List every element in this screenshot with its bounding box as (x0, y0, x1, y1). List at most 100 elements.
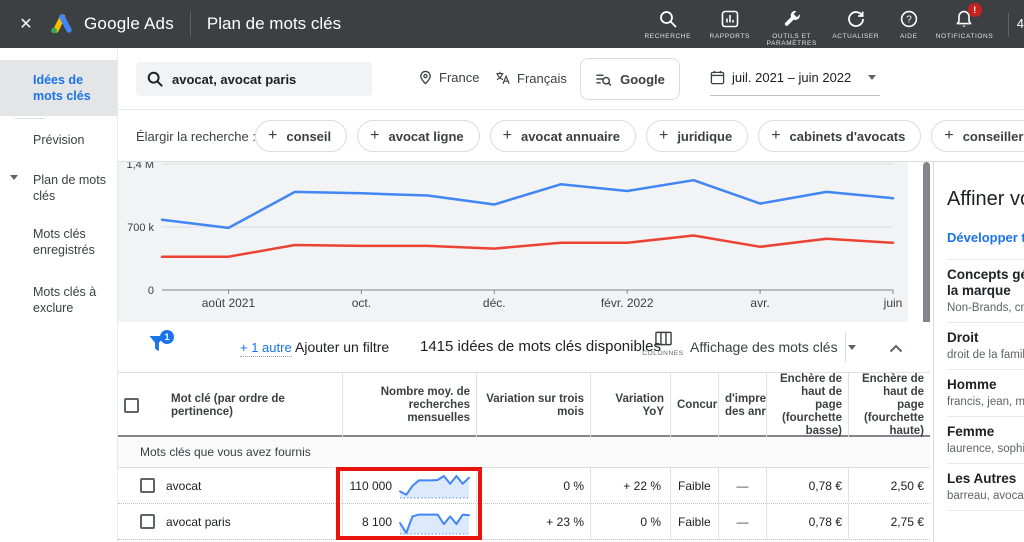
network-selector[interactable]: Google (580, 58, 680, 100)
close-icon[interactable]: ✕ (12, 10, 40, 38)
location-selector[interactable]: France (418, 70, 479, 85)
refine-section-empty (947, 510, 1024, 542)
bid-low-cell: 0,78 € (766, 468, 848, 503)
filter-count-badge: 1 (160, 330, 174, 344)
calendar-icon (710, 70, 725, 85)
header-top-of-page-bid-high[interactable]: Enchère de haut de page (fourchette haut… (848, 373, 930, 438)
filter-funnel-icon[interactable]: 1 (148, 335, 168, 353)
table-header-row: Mot clé (par ordre de pertinence) Nombre… (118, 373, 930, 437)
plus-icon: + (944, 127, 953, 145)
header-yoy-change[interactable]: Variation YoY (590, 373, 670, 438)
svg-text:juin: juin (883, 296, 903, 310)
search-volume-trend-chart: 0700 k1,4 Maoût 2021oct.déc.févr. 2022av… (118, 162, 908, 322)
search-action-button[interactable]: RECHERCHE (636, 8, 700, 41)
select-all-checkbox[interactable] (124, 398, 139, 413)
table-row-avocat[interactable]: avocat 110 000 0 % + 22 % Faible — 0,78 … (118, 468, 930, 504)
collapse-panel-button[interactable] (884, 338, 908, 358)
header-top-of-page-bid-low[interactable]: Enchère de haut de page (fourchette bass… (766, 373, 848, 438)
header-ad-impression-share[interactable]: d'impre des anr (718, 373, 766, 438)
wrench-icon (781, 8, 803, 30)
search-header-band: France Français Google (118, 48, 1024, 162)
avg-searches-cell: 8 100 (342, 504, 476, 539)
reports-icon (719, 8, 741, 30)
sidebar-item-plan-de-mots-cles[interactable]: Plan de mots clés (0, 163, 117, 213)
chip-conseil[interactable]: +conseil (255, 120, 347, 152)
reports-button[interactable]: RAPPORTS (700, 8, 760, 41)
plus-icon: + (771, 127, 780, 145)
svg-text:700 k: 700 k (127, 222, 154, 234)
three-month-change-cell: 0 % (476, 468, 590, 503)
ad-impression-share-cell: — (718, 468, 766, 503)
sidebar-divider (15, 118, 45, 119)
chevron-down-icon (10, 175, 18, 180)
svg-text:?: ? (906, 14, 912, 25)
sidebar-item-idees-de-mots-cles[interactable]: Idées de mots clés (0, 60, 117, 116)
svg-text:déc.: déc. (483, 296, 506, 310)
brand-name: Google Ads (84, 14, 174, 34)
sidebar-item-mots-cles-a-exclure[interactable]: Mots clés à exclure (0, 275, 117, 325)
page-title: Plan de mots clés (207, 14, 341, 34)
columns-button[interactable]: COLONNES (633, 330, 693, 357)
refine-section-femme[interactable]: Femme laurence, sophie, (947, 416, 1024, 463)
caret-down-icon (868, 75, 876, 80)
topbar-divider (190, 11, 191, 37)
bid-high-cell: 2,75 € (848, 504, 930, 539)
expand-all-link[interactable]: Développer tou (947, 230, 1024, 245)
refresh-icon (845, 8, 867, 30)
sidebar-item-prevision[interactable]: Prévision (0, 123, 117, 157)
keyword-view-selector[interactable]: Affichage des mots clés (690, 339, 856, 355)
header-keyword[interactable]: Mot clé (par ordre de pertinence) (165, 373, 342, 438)
header-competition[interactable]: Concur (670, 373, 718, 438)
keyword-search-input[interactable] (172, 72, 352, 87)
refine-sections: Concepts gén la marque Non-Brands, cms D… (947, 259, 1024, 542)
help-button[interactable]: ? AIDE (888, 8, 930, 41)
header-avg-monthly-searches[interactable]: Nombre moy. de recherches mensuelles (342, 373, 476, 438)
trend-chart-svg: 0700 k1,4 Maoût 2021oct.déc.févr. 2022av… (118, 162, 908, 322)
search-icon (657, 8, 679, 30)
row-checkbox[interactable] (140, 514, 155, 529)
chip-conseiller-juridique[interactable]: +conseiller juridique (931, 120, 1024, 152)
competition-cell: Faible (670, 504, 718, 539)
header-three-month-change[interactable]: Variation sur trois mois (476, 373, 590, 438)
row-checkbox[interactable] (140, 478, 155, 493)
add-filter-button[interactable]: Ajouter un filtre (295, 339, 389, 355)
yoy-change-cell: 0 % (590, 504, 670, 539)
notifications-button[interactable]: ! NOTIFICATIONS (930, 8, 998, 41)
language-selector[interactable]: Français (495, 70, 567, 86)
chip-avocat-annuaire[interactable]: +avocat annuaire (490, 120, 636, 152)
keywords-table: Mot clé (par ordre de pertinence) Nombre… (118, 373, 930, 540)
keyword-cell: avocat (165, 468, 342, 503)
refresh-button[interactable]: ACTUALISER (824, 8, 888, 41)
svg-text:oct.: oct. (352, 296, 371, 310)
refine-section-homme[interactable]: Homme francis, jean, mar (947, 369, 1024, 416)
account-id-partial: 4 (1017, 16, 1024, 31)
refine-keywords-panel: Affiner vo Développer tou Concepts gén l… (933, 162, 1024, 542)
chip-avocat-ligne[interactable]: +avocat ligne (357, 120, 479, 152)
sparkline-chart (398, 473, 471, 499)
keyword-search-box[interactable] (136, 62, 372, 96)
help-icon: ? (898, 8, 920, 30)
chevron-up-icon (891, 346, 902, 352)
svg-text:févr. 2022: févr. 2022 (601, 296, 654, 310)
three-month-change-cell: + 23 % (476, 504, 590, 539)
suggestion-chips: +conseil +avocat ligne +avocat annuaire … (255, 120, 1024, 152)
refine-section-brand-concepts[interactable]: Concepts gén la marque Non-Brands, cms (947, 259, 1024, 322)
chip-juridique[interactable]: +juridique (646, 120, 748, 152)
table-row-avocat-paris[interactable]: avocat paris 8 100 + 23 % 0 % Faible — 0… (118, 504, 930, 540)
date-range-selector[interactable]: juil. 2021 – juin 2022 (710, 66, 880, 96)
search-row: France Français Google (118, 48, 1024, 110)
filter-bar: 1 + 1 autre Ajouter un filtre 1415 idées… (118, 322, 930, 373)
tools-settings-button[interactable]: OUTILS ET PARAMÈTRES (760, 8, 824, 48)
yoy-change-cell: + 22 % (590, 468, 670, 503)
more-filters-link[interactable]: + 1 autre (240, 340, 292, 357)
chip-cabinets-avocats[interactable]: +cabinets d'avocats (758, 120, 921, 152)
topbar-divider (1008, 13, 1009, 37)
app-top-bar: ✕ Google Ads Plan de mots clés RECHERCHE (0, 0, 1024, 48)
columns-icon (654, 330, 673, 347)
keyword-group-label: Mots clés que vous avez fournis (118, 437, 930, 468)
sidebar-item-mots-cles-enregistres[interactable]: Mots clés enregistrés (0, 217, 117, 267)
refine-section-droit[interactable]: Droit droit de la famille (947, 322, 1024, 369)
refine-section-les-autres[interactable]: Les Autres barreau, avocat e (947, 463, 1024, 510)
plus-icon: + (503, 127, 512, 145)
search-icon (146, 70, 164, 88)
